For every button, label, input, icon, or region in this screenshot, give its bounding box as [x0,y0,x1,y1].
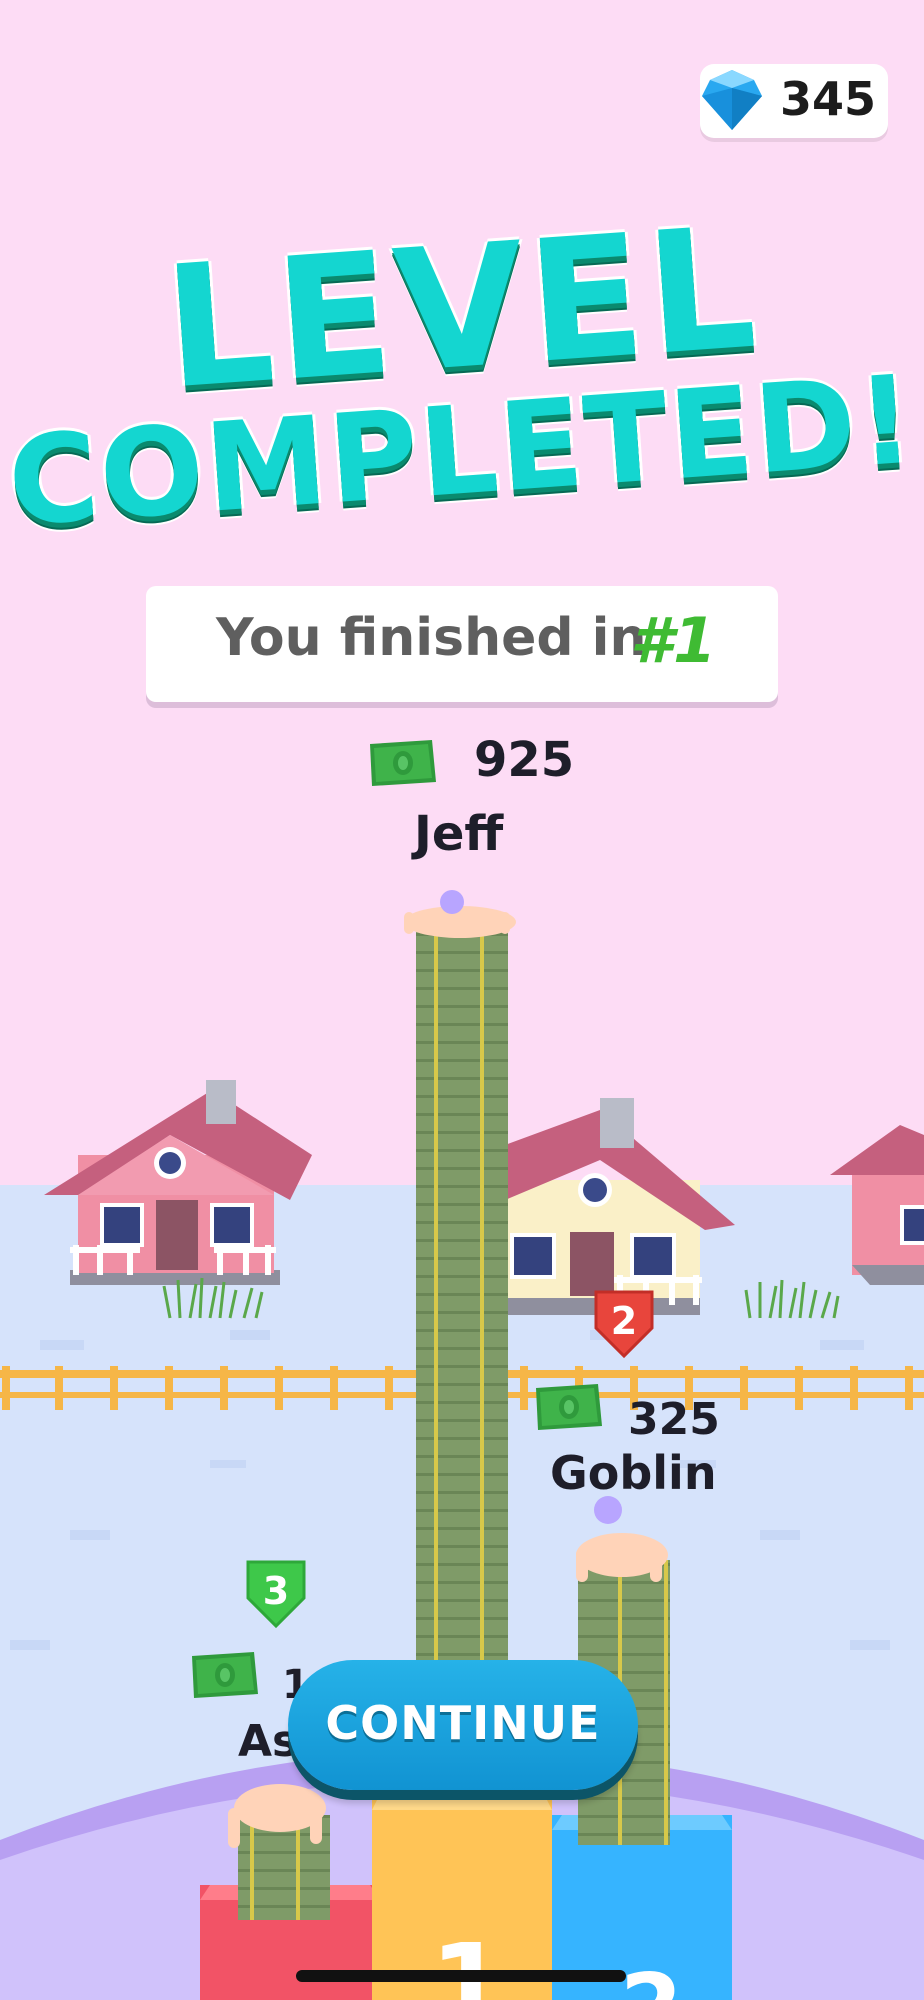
rank-badge-3: 3 [246,1560,306,1629]
rank-badge-3-label: 3 [263,1569,289,1613]
rank-badge-2-label: 2 [611,1299,637,1343]
diamond-icon [702,70,762,130]
finish-banner: You finished in #1 [146,586,778,702]
cash-icon [192,1652,258,1698]
gem-counter: 345 [700,64,888,138]
rank-badge-2: 2 [594,1290,654,1359]
finish-rank: #1 [630,604,717,677]
cash-icon [536,1384,602,1430]
house-left [44,1080,312,1285]
cash-icon [370,740,436,786]
player-name-goblin: Goblin [550,1446,717,1500]
house-middle [505,1098,735,1315]
continue-button[interactable]: CONTINUE [288,1660,638,1790]
finish-text: You finished in [216,608,647,668]
level-completed-title: LEVEL COMPLETED! [0,190,924,554]
player-score-goblin: 325 [628,1394,720,1445]
podium-label-1: 1 [430,1920,507,2000]
home-indicator[interactable] [296,1970,626,1982]
podium-label-2: 2 [620,1955,683,2000]
player-score-jeff: 925 [474,732,575,788]
continue-button-label: CONTINUE [325,1696,601,1750]
player-name-jeff: Jeff [414,806,504,862]
gem-count: 345 [780,72,877,126]
